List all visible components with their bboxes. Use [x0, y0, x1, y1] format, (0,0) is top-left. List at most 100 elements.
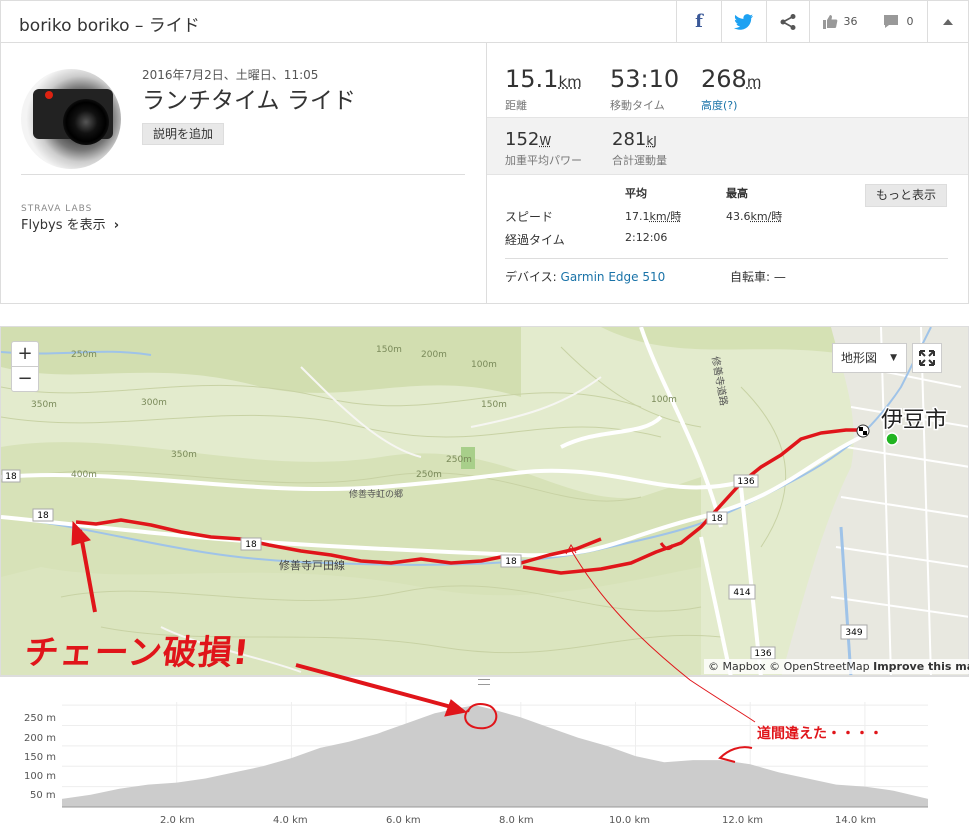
fullscreen-button[interactable]: [912, 343, 942, 373]
route-shield-label: 18: [711, 514, 723, 524]
twitter-icon: [734, 13, 753, 30]
zoom-out-button[interactable]: −: [11, 366, 39, 392]
page-title: boriko boriko – ライド: [19, 16, 200, 36]
flyby-link[interactable]: Flybys を表示 ›: [21, 214, 119, 233]
distance-unit: km: [558, 73, 582, 91]
show-more-button[interactable]: もっと表示: [865, 184, 947, 207]
device-label: デバイス:: [505, 270, 557, 284]
x-tick-label: 4.0 km: [273, 815, 308, 826]
improve-map-link[interactable]: Improve this map: [873, 660, 969, 673]
divider: [505, 258, 948, 259]
fullscreen-icon: [919, 350, 935, 366]
route-shield: 18: [500, 554, 522, 568]
elapsed-value: 2:12:06: [625, 231, 668, 244]
work-unit: kJ: [646, 134, 657, 148]
contour-label: 350m: [31, 400, 57, 410]
kudos-count: 36: [843, 15, 858, 28]
comment-count: 0: [906, 15, 914, 28]
elevation-help-link[interactable]: 高度(?): [701, 97, 737, 113]
contour-label: 150m: [376, 345, 402, 355]
speed-max-unit: km/時: [750, 210, 783, 223]
x-tick-label: 8.0 km: [499, 815, 534, 826]
contour-label: 250m: [71, 350, 97, 360]
bike-row: 自転車: —: [730, 268, 786, 285]
avatar[interactable]: [21, 69, 121, 169]
osm-link[interactable]: © OpenStreetMap: [769, 660, 870, 673]
route-shield: 18: [240, 537, 262, 551]
contour-label: 100m: [651, 395, 677, 405]
map-canvas: 18 18 18 18 18 136 414 136 349 250m 150m…: [1, 327, 968, 675]
start-marker-icon: [885, 432, 899, 446]
header-bar: boriko boriko – ライド f 36 0: [0, 0, 969, 43]
elevation-unit: m: [746, 73, 762, 91]
route-shield-label: 136: [754, 649, 771, 659]
contour-label: 400m: [71, 470, 97, 480]
kudos-button[interactable]: 36: [809, 1, 869, 42]
power-label: 加重平均パワー: [505, 154, 582, 167]
route-shield-label: 18: [5, 472, 17, 482]
route-shield: 18: [1, 469, 21, 483]
twitter-share-button[interactable]: [721, 1, 766, 42]
route-shield-label: 414: [733, 588, 750, 598]
x-tick-label: 14.0 km: [835, 815, 876, 826]
route-shield: 18: [706, 511, 728, 525]
collapse-button[interactable]: [927, 1, 968, 42]
route-shield: 136: [750, 646, 776, 660]
route-shield-label: 18: [245, 540, 257, 550]
distance-label: 距離: [505, 99, 527, 112]
contour-label: 150m: [481, 400, 507, 410]
avg-header: 平均: [625, 187, 647, 200]
share-button[interactable]: [766, 1, 809, 42]
elapsed-label: 経過タイム: [505, 233, 565, 247]
route-shield-label: 18: [37, 511, 49, 521]
comments-button[interactable]: 0: [869, 1, 927, 42]
route-map[interactable]: 18 18 18 18 18 136 414 136 349 250m 150m…: [0, 326, 969, 676]
elevation-chart[interactable]: 250 m 200 m 150 m 100 m 50 m 2.0 km 4.0 …: [0, 676, 969, 837]
elevation-stat: 268m: [701, 65, 761, 93]
max-header: 最高: [726, 187, 748, 200]
speed-avg-unit: km/時: [649, 210, 682, 223]
place-label: 修善寺虹の郷: [349, 488, 403, 500]
moving-time-value: 53:10: [610, 65, 680, 93]
route-shield-label: 349: [845, 628, 862, 638]
bike-label: 自転車:: [730, 270, 771, 284]
speed-max: 43.6km/時: [726, 208, 782, 224]
thumbs-up-icon: [822, 15, 837, 29]
facebook-share-button[interactable]: f: [676, 1, 721, 42]
x-tick-label: 6.0 km: [386, 815, 421, 826]
speed-avg: 17.1km/時: [625, 208, 681, 224]
comment-icon: [883, 15, 898, 28]
y-tick-label: 50 m: [30, 790, 56, 801]
speed-max-value: 43.6: [726, 210, 751, 223]
facebook-icon: f: [695, 11, 703, 32]
x-tick-label: 10.0 km: [609, 815, 650, 826]
device-link[interactable]: Garmin Edge 510: [561, 270, 666, 284]
y-tick-label: 250 m: [24, 713, 57, 724]
mapbox-link[interactable]: © Mapbox: [708, 660, 766, 673]
moving-time-label: 移動タイム: [610, 99, 665, 112]
activity-name: ランチタイム ライド: [142, 88, 356, 114]
power-unit: W: [539, 134, 552, 148]
contour-label: 100m: [471, 360, 497, 370]
flyby-label: Flybys を表示: [21, 218, 106, 233]
moving-time-stat: 53:10: [610, 65, 679, 93]
bike-value: —: [773, 270, 786, 284]
contour-label: 250m: [446, 455, 472, 465]
x-tick-label: 12.0 km: [722, 815, 763, 826]
zoom-in-button[interactable]: +: [11, 341, 39, 367]
elevation-value: 268: [701, 65, 747, 93]
finish-flag-icon: [856, 424, 870, 438]
contour-label: 300m: [141, 398, 167, 408]
y-tick-label: 100 m: [24, 771, 57, 782]
route-shield: 18: [32, 508, 54, 522]
share-icon: [780, 13, 796, 30]
y-tick-label: 200 m: [24, 733, 57, 744]
work-stat: 281kJ: [612, 129, 657, 150]
device-row: デバイス: Garmin Edge 510: [505, 268, 665, 285]
speed-label: スピード: [505, 210, 554, 224]
map-type-dropdown[interactable]: 地形図 ▼: [832, 343, 907, 373]
map-attribution: © Mapbox © OpenStreetMap Improve this ma…: [704, 659, 969, 674]
add-description-button[interactable]: 説明を追加: [142, 123, 224, 145]
map-type-label: 地形図: [841, 351, 878, 365]
x-tick-label: 2.0 km: [160, 815, 195, 826]
